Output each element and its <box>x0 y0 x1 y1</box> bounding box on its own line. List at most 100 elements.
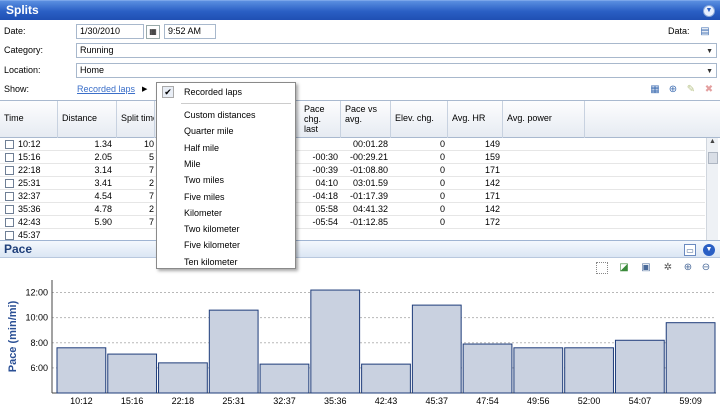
calendar-icon[interactable]: ▦ <box>146 25 160 39</box>
table-row[interactable]: 15:16 2.05 5 -00:30 -00:29.21 0 159 <box>0 151 705 164</box>
bar[interactable] <box>56 347 107 394</box>
row-checkbox[interactable] <box>5 140 14 149</box>
bar[interactable] <box>208 309 259 394</box>
menu-item[interactable]: Mile <box>157 156 295 172</box>
cell-pavg: -01:12.85 <box>349 217 388 227</box>
scroll-up-icon[interactable]: ▲ <box>707 138 718 150</box>
dropdown-arrow-icon[interactable]: ▼ <box>706 48 713 55</box>
col-elev-chg[interactable]: Elev. chg. <box>391 101 448 138</box>
cell-split: 2 <box>148 178 154 188</box>
pace-header: Pace ▭ ▼ <box>0 240 720 258</box>
menu-item[interactable]: Two kilometer <box>157 221 295 237</box>
menu-item[interactable]: Kilometer <box>157 205 295 221</box>
menu-item[interactable]: Recorded laps ✔ <box>157 84 295 100</box>
bar[interactable] <box>158 362 208 394</box>
x-tick-label: 47:54 <box>476 396 499 406</box>
x-tick-label: 35:36 <box>324 396 347 406</box>
data-menu-icon[interactable]: ▤ <box>698 25 712 39</box>
table-icon[interactable]: ▦ <box>648 83 662 97</box>
add-icon[interactable]: ⊕ <box>666 83 680 97</box>
delete-icon[interactable]: ✖ <box>702 83 716 97</box>
col-avg-hr[interactable]: Avg. HR <box>448 101 503 138</box>
save-icon[interactable]: ▣ <box>640 262 652 274</box>
cell-pchg: -05:54 <box>312 217 338 227</box>
row-checkbox[interactable] <box>5 166 14 175</box>
menu-item[interactable]: Five miles <box>157 189 295 205</box>
bar[interactable] <box>614 339 665 394</box>
cell-elev: 0 <box>439 139 445 149</box>
menu-item[interactable]: Custom distances <box>157 107 295 123</box>
col-pace-chg-last[interactable]: Pace chg. last <box>300 101 341 138</box>
select-icon[interactable] <box>596 262 608 274</box>
edit-icon[interactable]: ✎ <box>684 83 698 97</box>
cell-hr: 142 <box>484 204 500 214</box>
menu-item[interactable]: Half mile <box>157 140 295 156</box>
chevron-right-icon[interactable]: ▶ <box>142 85 147 93</box>
category-value: Running <box>80 45 114 55</box>
cell-pavg: -01:17.39 <box>349 191 388 201</box>
table-row[interactable]: 35:36 4.78 2 05:58 04:41.32 0 142 <box>0 203 705 216</box>
bar[interactable] <box>665 322 716 394</box>
menu-item[interactable]: Five kilometer <box>157 237 295 253</box>
cell-pchg: -00:30 <box>312 152 338 162</box>
bar[interactable] <box>462 343 513 394</box>
zoom-in-icon[interactable]: ⊕ <box>682 262 694 274</box>
bar[interactable] <box>259 363 310 394</box>
menu-item-label: Five miles <box>184 191 225 202</box>
settings-icon[interactable]: ✲ <box>662 262 674 274</box>
table-row[interactable]: 42:43 5.90 7 -05:54 -01:12.85 0 172 <box>0 216 705 229</box>
pace-title: Pace <box>4 242 33 256</box>
show-recorded-laps-link[interactable]: Recorded laps <box>77 84 135 94</box>
bar[interactable] <box>310 289 361 394</box>
row-checkbox[interactable] <box>5 231 14 240</box>
layout-icon[interactable]: ▭ <box>684 244 696 256</box>
location-label: Location: <box>4 65 41 75</box>
zoom-out-icon[interactable]: ⊖ <box>700 262 712 274</box>
collapse-icon[interactable]: ▼ <box>703 5 715 17</box>
table-row[interactable]: 22:18 3.14 7 -00:39 -01:08.80 0 171 <box>0 164 705 177</box>
row-checkbox[interactable] <box>5 218 14 227</box>
table-row[interactable]: 25:31 3.41 2 04:10 03:01.59 0 142 <box>0 177 705 190</box>
bar[interactable] <box>107 353 158 394</box>
bar[interactable] <box>361 363 411 394</box>
col-avg-power[interactable]: Avg. power <box>503 101 585 138</box>
collapse-pace-icon[interactable]: ▼ <box>703 244 715 256</box>
cell-split: 2 <box>148 204 154 214</box>
dropdown-arrow-icon[interactable]: ▼ <box>706 68 713 75</box>
cell-time: 45:37 <box>18 230 41 240</box>
scroll-thumb[interactable] <box>708 152 718 164</box>
chart-icon[interactable]: ◪ <box>618 262 630 274</box>
bar[interactable] <box>513 347 564 394</box>
cell-elev: 0 <box>439 217 445 227</box>
row-checkbox[interactable] <box>5 205 14 214</box>
category-select[interactable]: Running ▼ <box>76 43 717 58</box>
row-checkbox[interactable] <box>5 153 14 162</box>
cell-time: 22:18 <box>18 165 41 175</box>
date-row: Date: 1/30/2010 ▦ 9:52 AM Data: ▤ <box>0 22 720 41</box>
bar[interactable] <box>564 347 614 394</box>
table-row[interactable]: 32:37 4.54 7 -04:18 -01:17.39 0 171 <box>0 190 705 203</box>
row-checkbox[interactable] <box>5 179 14 188</box>
date-field[interactable]: 1/30/2010 <box>76 24 144 39</box>
menu-item-label: Custom distances <box>184 110 256 120</box>
table-row[interactable]: 10:12 1.34 10 00:01.28 0 149 <box>0 138 705 151</box>
location-select[interactable]: Home ▼ <box>76 63 717 78</box>
col-time[interactable]: Time <box>0 101 58 138</box>
bar[interactable] <box>411 304 462 394</box>
col-split-time[interactable]: Split time <box>117 101 155 138</box>
vertical-scrollbar[interactable]: ▲ <box>706 138 718 241</box>
cell-pchg: -04:18 <box>312 191 338 201</box>
cell-split: 7 <box>148 165 154 175</box>
col-pace-vs-avg[interactable]: Pace vs avg. <box>341 101 391 138</box>
pace-chart: Pace (min/mi) 6:00 8:00 10:00 12:00 10:12 15:… <box>7 280 716 406</box>
cell-distance: 3.14 <box>94 165 112 175</box>
time-field[interactable]: 9:52 AM <box>164 24 216 39</box>
splits-title: Splits <box>6 3 39 17</box>
cell-pavg: 04:41.32 <box>352 204 388 214</box>
menu-item[interactable]: Ten kilometer <box>157 254 295 270</box>
menu-item[interactable]: Quarter mile <box>157 123 295 139</box>
col-distance[interactable]: Distance <box>58 101 117 138</box>
row-checkbox[interactable] <box>5 192 14 201</box>
x-tick-label: 32:37 <box>273 396 296 406</box>
menu-item[interactable]: Two miles <box>157 172 295 188</box>
